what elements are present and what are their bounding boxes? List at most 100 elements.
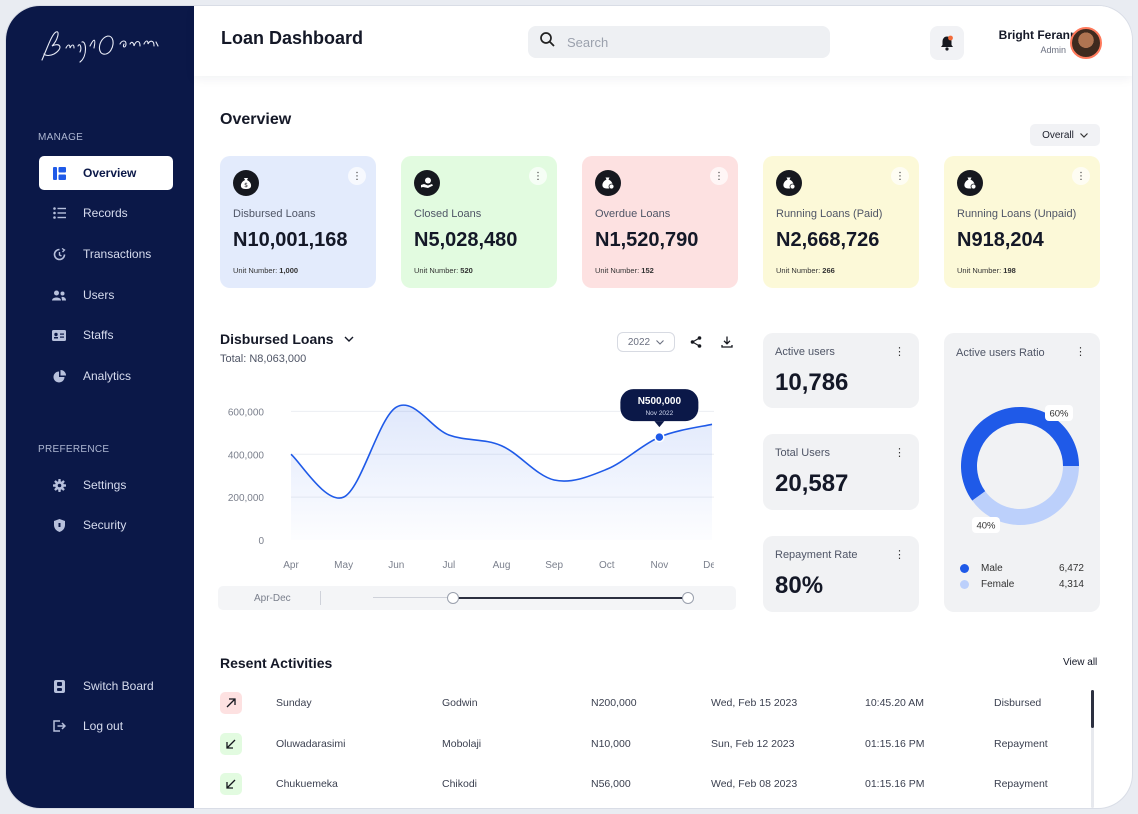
sidebar-item-users[interactable]: Users <box>39 278 173 312</box>
sidebar-item-label: Records <box>83 206 128 220</box>
notification-button[interactable] <box>930 26 964 60</box>
summary-card-running-unpaid[interactable]: ⋮ Running Loans (Unpaid) N918,204 Unit N… <box>944 156 1100 288</box>
card-value: N2,668,726 <box>776 229 880 251</box>
card-unit: Unit Number: 266 <box>776 266 835 275</box>
more-options-icon[interactable]: ⋮ <box>529 167 547 185</box>
sidebar: MANAGE Overview Records Transactions Use… <box>6 6 194 808</box>
male-swatch <box>960 564 969 573</box>
stat-card-repayment-rate[interactable]: Repayment Rate ⋮ 80% <box>763 536 919 612</box>
summary-card-closed[interactable]: ⋮ Closed Loans N5,028,480 Unit Number: 5… <box>401 156 557 288</box>
summary-card-disbursed[interactable]: $ ⋮ Disbursed Loans N10,001,168 Unit Num… <box>220 156 376 288</box>
logout-icon <box>51 718 67 734</box>
search-input[interactable] <box>567 34 807 50</box>
more-options-icon[interactable]: ⋮ <box>348 167 366 185</box>
more-options-icon[interactable]: ⋮ <box>1075 345 1086 358</box>
sidebar-item-label: Users <box>83 288 115 302</box>
male-pct-label: 60% <box>1049 409 1069 420</box>
chevron-down-icon <box>1079 132 1088 138</box>
search-bar[interactable] <box>528 26 830 58</box>
svg-text:$: $ <box>244 182 248 189</box>
manage-label: MANAGE <box>38 132 84 143</box>
sidebar-item-switch-board[interactable]: Switch Board <box>39 669 173 703</box>
x-tick-label: Jun <box>388 560 404 571</box>
y-tick-label: 400,000 <box>228 450 265 461</box>
summary-card-running-paid[interactable]: ⋮ Running Loans (Paid) N2,668,726 Unit N… <box>763 156 919 288</box>
hand-coins-icon <box>414 170 440 196</box>
more-options-icon[interactable]: ⋮ <box>894 548 905 561</box>
x-tick-label: Jul <box>442 560 455 571</box>
tooltip-date: Nov 2022 <box>645 410 673 417</box>
sidebar-item-label: Transactions <box>83 247 152 261</box>
list-icon <box>51 205 67 221</box>
y-tick-label: 0 <box>258 536 264 547</box>
range-selected <box>453 597 689 599</box>
card-label: Running Loans (Unpaid) <box>957 208 1077 220</box>
money-bag-check-icon <box>776 170 802 196</box>
more-options-icon[interactable]: ⋮ <box>710 167 728 185</box>
sidebar-item-overview[interactable]: Overview <box>39 156 173 190</box>
scrollbar-thumb[interactable] <box>1091 690 1094 728</box>
more-options-icon[interactable]: ⋮ <box>894 345 905 358</box>
stat-value: 80% <box>775 572 824 599</box>
range-slider[interactable]: Apr-Dec <box>218 586 736 610</box>
year-value: 2022 <box>627 336 651 348</box>
table-row[interactable]: Oluwadarasimi Mobolaji N10,000 Sun, Feb … <box>220 733 1080 757</box>
ratio-title: Active users Ratio <box>956 347 1045 359</box>
chart-title-dropdown[interactable]: Disbursed Loans <box>220 331 354 347</box>
card-value: N5,028,480 <box>414 229 518 251</box>
card-unit: Unit Number: 152 <box>595 266 654 275</box>
table-row[interactable]: Sunday Godwin N200,000 Wed, Feb 15 2023 … <box>220 692 1080 716</box>
chart-total: Total: N8,063,000 <box>220 353 307 365</box>
sidebar-item-analytics[interactable]: Analytics <box>39 359 173 393</box>
stat-card-total-users[interactable]: Total Users ⋮ 20,587 <box>763 434 919 510</box>
female-swatch <box>960 580 969 589</box>
more-options-icon[interactable]: ⋮ <box>894 446 905 459</box>
overview-icon <box>51 165 67 181</box>
sidebar-item-staffs[interactable]: Staffs <box>39 318 173 352</box>
card-label: Closed Loans <box>414 208 482 220</box>
year-select[interactable]: 2022 <box>617 332 675 352</box>
download-icon <box>721 336 733 348</box>
range-handle-right[interactable] <box>682 592 694 604</box>
avatar[interactable] <box>1070 27 1102 59</box>
card-unit: Unit Number: 1,000 <box>233 266 299 275</box>
table-row[interactable]: Chukuemeka Chikodi N56,000 Wed, Feb 08 2… <box>220 773 1080 797</box>
stat-card-active-users[interactable]: Active users ⋮ 10,786 <box>763 333 919 408</box>
sidebar-item-label: Analytics <box>83 369 132 383</box>
sidebar-item-label: Settings <box>83 478 127 492</box>
sidebar-item-label: Switch Board <box>83 679 154 693</box>
download-button[interactable] <box>717 332 737 352</box>
more-options-icon[interactable]: ⋮ <box>1072 167 1090 185</box>
bell-icon <box>941 35 953 51</box>
sidebar-item-security[interactable]: Security <box>39 508 173 542</box>
sidebar-item-log-out[interactable]: Log out <box>39 709 173 743</box>
active-users-ratio-card[interactable]: Active users Ratio ⋮ 60% 40% Male 6,472 F… <box>944 333 1100 612</box>
sidebar-item-label: Security <box>83 518 127 532</box>
view-all-link[interactable]: View all <box>1063 657 1097 668</box>
range-divider <box>320 591 321 605</box>
card-value: N918,204 <box>957 229 1044 251</box>
summary-card-overdue[interactable]: ⋮ Overdue Loans N1,520,790 Unit Number: … <box>582 156 738 288</box>
card-unit: Unit Number: 520 <box>414 266 473 275</box>
chevron-down-icon <box>656 339 665 345</box>
activities-title: Resent Activities <box>220 655 333 671</box>
share-button[interactable] <box>686 332 706 352</box>
filter-value: Overall <box>1042 129 1074 141</box>
legend-male: Male 6,472 <box>960 563 1084 574</box>
stat-label: Repayment Rate <box>775 549 858 561</box>
overview-filter-dropdown[interactable]: Overall <box>1030 124 1100 146</box>
sidebar-item-records[interactable]: Records <box>39 196 173 230</box>
stat-label: Total Users <box>775 447 831 459</box>
card-label: Running Loans (Paid) <box>776 208 883 220</box>
female-slice <box>972 466 1079 525</box>
range-track <box>373 597 453 598</box>
more-options-icon[interactable]: ⋮ <box>891 167 909 185</box>
card-label: Disbursed Loans <box>233 208 316 220</box>
x-tick-label: May <box>334 560 353 571</box>
tooltip-pointer <box>654 421 665 428</box>
donut-chart: 60% 40% <box>961 405 1079 533</box>
range-handle-left[interactable] <box>447 592 459 604</box>
sidebar-item-settings[interactable]: Settings <box>39 468 173 502</box>
arrow-down-left-icon <box>220 733 242 755</box>
sidebar-item-transactions[interactable]: Transactions <box>39 237 173 271</box>
